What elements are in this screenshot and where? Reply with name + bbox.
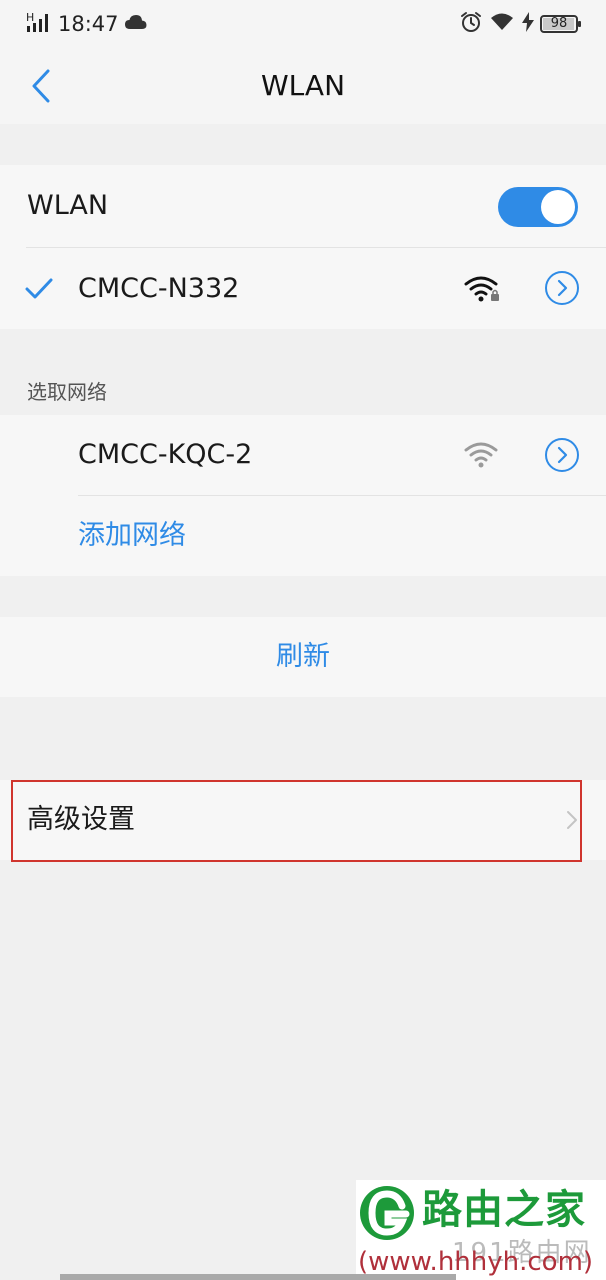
status-time: 18:47 <box>58 12 119 36</box>
wifi-icon <box>464 442 498 468</box>
wlan-toggle-row: WLAN <box>0 165 606 247</box>
highlight-annotation <box>11 780 582 862</box>
signal-icon: H <box>26 11 52 37</box>
network-row[interactable]: CMCC-KQC-2 <box>0 415 606 495</box>
watermark-title: 路由之家 <box>422 1187 586 1233</box>
refresh-label: 刷新 <box>276 641 330 672</box>
add-network-row[interactable]: 添加网络 <box>0 496 606 576</box>
connected-network-row[interactable]: CMCC-N332 <box>0 248 606 329</box>
cloud-icon <box>124 14 147 34</box>
watermark: 路由之家 191路由网 (www.hhhyh.com) <box>356 1180 606 1280</box>
network-name: CMCC-KQC-2 <box>78 439 253 470</box>
logo-icon <box>360 1186 414 1240</box>
status-left: H 18:47 <box>26 10 147 38</box>
status-right: 98 <box>460 10 581 38</box>
charging-icon <box>522 12 534 36</box>
add-network-link: 添加网络 <box>78 520 186 551</box>
home-indicator <box>60 1274 456 1280</box>
connected-network-name: CMCC-N332 <box>78 273 240 304</box>
page-header: WLAN <box>0 48 606 124</box>
available-networks-card: CMCC-KQC-2 添加网络 <box>0 415 606 576</box>
network-info-button[interactable] <box>545 271 579 305</box>
checkmark-icon <box>25 278 53 299</box>
battery-icon: 98 <box>540 15 581 33</box>
wlan-toggle-label: WLAN <box>27 190 109 221</box>
wifi-lock-icon <box>464 276 499 302</box>
wlan-card: WLAN CMCC-N332 <box>0 165 606 329</box>
network-type-label: H <box>26 11 34 24</box>
wlan-toggle-switch[interactable] <box>498 187 578 227</box>
page-title: WLAN <box>260 69 346 102</box>
section-label-choose-network: 选取网络 <box>27 380 107 404</box>
battery-percent: 98 <box>550 16 568 31</box>
alarm-icon <box>460 11 482 37</box>
refresh-button[interactable]: 刷新 <box>0 617 606 697</box>
chevron-right-icon <box>557 446 568 464</box>
chevron-right-icon <box>557 279 568 297</box>
toggle-knob <box>541 190 575 224</box>
wifi-status-icon <box>490 12 514 36</box>
network-info-button[interactable] <box>545 438 579 472</box>
status-bar: H 18:47 98 <box>0 0 606 48</box>
refresh-card: 刷新 <box>0 617 606 697</box>
